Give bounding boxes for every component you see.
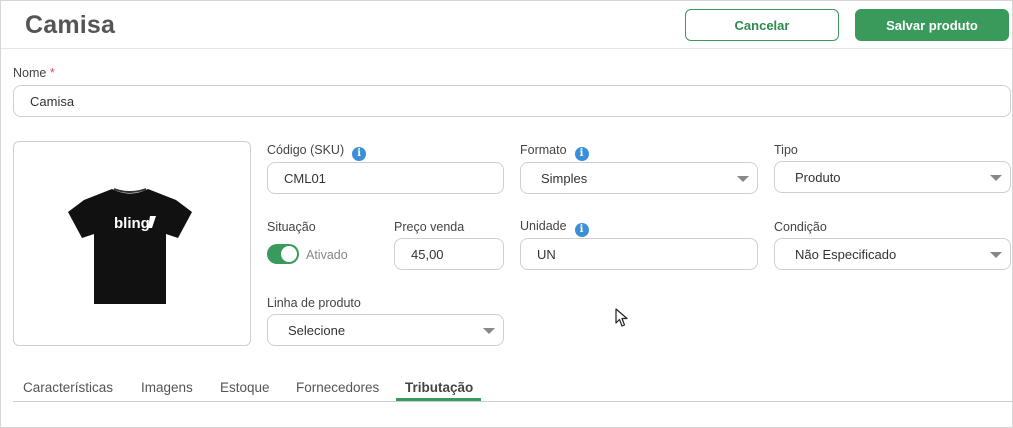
page-title: Camisa — [25, 11, 116, 39]
tab-fornecedores[interactable]: Fornecedores — [296, 380, 379, 395]
name-label: Nome * — [13, 66, 55, 80]
tshirt-image: bling — [68, 188, 192, 304]
info-icon[interactable]: i — [574, 147, 589, 161]
tab-tributacao[interactable]: Tributação — [405, 380, 473, 395]
tab-imagens[interactable]: Imagens — [141, 380, 193, 395]
product-image-box[interactable]: bling — [13, 141, 251, 346]
unit-input-value: UN — [537, 246, 556, 262]
format-label-text: Formato — [520, 143, 567, 157]
format-label: Formato i — [520, 143, 589, 161]
unit-label-text: Unidade — [520, 219, 567, 233]
active-tab-indicator — [396, 398, 481, 401]
product-tabs: Características Imagens Estoque Forneced… — [13, 376, 1012, 402]
cancel-button[interactable]: Cancelar — [685, 9, 839, 41]
type-select-value: Produto — [795, 169, 841, 185]
tab-estoque[interactable]: Estoque — [220, 380, 270, 395]
sku-input[interactable]: CML01 — [267, 162, 504, 194]
format-select-value: Simples — [541, 170, 588, 186]
toggle-knob — [281, 246, 297, 262]
name-label-text: Nome — [13, 66, 47, 80]
unit-label: Unidade i — [520, 219, 589, 237]
required-mark: * — [49, 66, 55, 80]
condition-label: Condição — [774, 220, 827, 234]
page-header: Camisa Cancelar Salvar produto — [1, 1, 1012, 49]
format-select[interactable]: Simples — [520, 162, 758, 194]
mouse-pointer-icon — [615, 308, 628, 327]
name-input[interactable]: Camisa — [13, 85, 1011, 117]
chevron-down-icon — [737, 176, 749, 182]
unit-input[interactable]: UN — [520, 238, 758, 270]
sku-label-text: Código (SKU) — [267, 143, 345, 157]
product-line-select[interactable]: Selecione — [267, 314, 504, 346]
tab-caracteristicas[interactable]: Características — [23, 380, 113, 395]
save-product-button[interactable]: Salvar produto — [855, 9, 1009, 41]
status-toggle[interactable] — [267, 244, 299, 264]
type-select[interactable]: Produto — [774, 161, 1011, 193]
status-toggle-label: Ativado — [306, 248, 348, 262]
type-label: Tipo — [774, 143, 798, 157]
sku-input-value: CML01 — [284, 170, 326, 186]
chevron-down-icon — [483, 328, 495, 334]
tshirt-print-text: bling — [114, 215, 150, 232]
sku-label: Código (SKU) i — [267, 143, 367, 161]
chevron-down-icon — [990, 252, 1002, 258]
chevron-down-icon — [990, 175, 1002, 181]
price-label: Preço venda — [394, 220, 465, 234]
price-input-value: 45,00 — [411, 246, 444, 262]
price-input[interactable]: 45,00 — [394, 238, 504, 270]
info-icon[interactable]: i — [574, 223, 589, 237]
info-icon[interactable]: i — [352, 147, 367, 161]
condition-select[interactable]: Não Especificado — [774, 238, 1011, 270]
condition-select-value: Não Especificado — [795, 246, 897, 262]
status-label: Situação — [267, 220, 316, 234]
product-line-select-value: Selecione — [288, 322, 346, 338]
name-input-value: Camisa — [30, 93, 75, 109]
product-line-label: Linha de produto — [267, 296, 361, 310]
